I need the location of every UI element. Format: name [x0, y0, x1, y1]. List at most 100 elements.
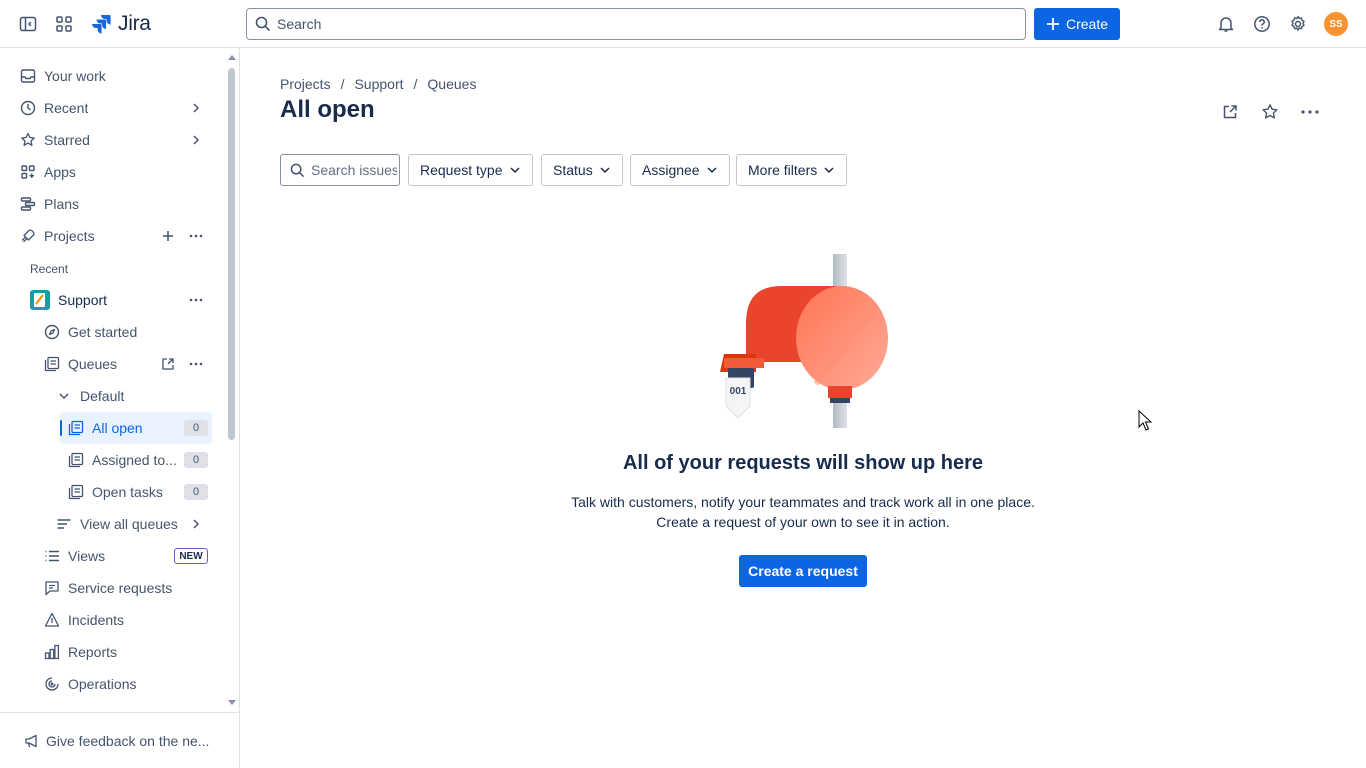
- bullet-list-icon: [44, 548, 60, 564]
- sidebar-item-recent[interactable]: Recent: [20, 92, 210, 124]
- queue-item-all-open[interactable]: All open: [68, 412, 178, 444]
- sidebar-scroll-thumb[interactable]: [228, 68, 235, 440]
- sidebar-item-service-requests[interactable]: Service requests: [44, 572, 214, 604]
- app-switcher-icon[interactable]: [52, 12, 76, 36]
- queue-item-assigned-to-me[interactable]: Assigned to...: [68, 444, 180, 476]
- chat-icon: [44, 580, 60, 596]
- chevron-right-icon[interactable]: [188, 516, 204, 532]
- sidebar-item-apps[interactable]: Apps: [20, 156, 210, 188]
- queue-icon: [44, 356, 60, 372]
- issue-search-input[interactable]: [311, 162, 397, 178]
- scroll-up-arrow-icon[interactable]: [226, 52, 238, 62]
- plus-icon: [1046, 18, 1059, 30]
- operations-icon: [44, 676, 60, 692]
- search-input[interactable]: [277, 16, 977, 32]
- queue-item-label: Open tasks: [92, 484, 163, 500]
- help-icon[interactable]: [1250, 12, 1274, 36]
- open-external-icon[interactable]: [1218, 100, 1242, 124]
- queue-item-open-tasks[interactable]: Open tasks: [68, 476, 180, 508]
- queue-item-label: Assigned to...: [92, 452, 177, 468]
- page-title: All open: [280, 96, 375, 123]
- queue-count-badge: 0: [184, 420, 208, 436]
- sidebar-item-reports[interactable]: Reports: [44, 636, 214, 668]
- queue-group-default[interactable]: Default: [56, 380, 196, 412]
- queue-item-label: All open: [92, 420, 143, 436]
- mouse-cursor-icon: [1138, 410, 1152, 431]
- star-icon[interactable]: [1258, 100, 1282, 124]
- sidebar-item-label: Operations: [68, 676, 137, 692]
- create-button[interactable]: Create: [1034, 8, 1120, 40]
- give-feedback-button[interactable]: Give feedback on the ne...: [0, 712, 239, 768]
- sidebar-item-operations[interactable]: Operations: [44, 668, 214, 700]
- create-request-button[interactable]: Create a request: [739, 555, 867, 587]
- chevron-right-icon[interactable]: [188, 132, 204, 148]
- breadcrumb-queues[interactable]: Queues: [427, 76, 476, 92]
- apps-icon: [20, 164, 36, 180]
- sidebar-item-starred[interactable]: Starred: [20, 124, 210, 156]
- sidebar-item-your-work[interactable]: Your work: [20, 60, 210, 92]
- chevron-down-icon: [600, 167, 610, 174]
- status-filter[interactable]: Status: [541, 154, 623, 186]
- inbox-icon: [20, 68, 36, 84]
- plus-icon[interactable]: [160, 228, 176, 244]
- star-icon: [20, 132, 36, 148]
- sidebar-toggle-icon[interactable]: [16, 12, 40, 36]
- sidebar-item-view-all-queues[interactable]: View all queues: [56, 508, 186, 540]
- more-filters-button[interactable]: More filters: [736, 154, 848, 186]
- sidebar-item-get-started[interactable]: Get started: [44, 316, 204, 348]
- breadcrumb: Projects / Support / Queues: [280, 76, 476, 92]
- request-type-filter[interactable]: Request type: [408, 154, 533, 186]
- open-external-icon[interactable]: [160, 356, 176, 372]
- scroll-down-arrow-icon[interactable]: [226, 698, 238, 708]
- sidebar-item-queues[interactable]: Queues: [44, 348, 154, 380]
- user-avatar[interactable]: SS: [1324, 12, 1348, 36]
- chevron-right-icon[interactable]: [188, 100, 204, 116]
- sidebar-item-label: Get started: [68, 324, 138, 340]
- sidebar-item-label: Reports: [68, 644, 118, 660]
- ticket-number: 001: [730, 386, 747, 397]
- sidebar-item-label: Recent: [44, 100, 89, 116]
- rocket-icon: [20, 228, 36, 244]
- empty-state-description: Talk with customers, notify your teammat…: [540, 492, 1066, 532]
- jira-logo[interactable]: Jira: [90, 12, 151, 36]
- breadcrumb-separator: /: [340, 76, 345, 92]
- sidebar-item-label: View all queues: [80, 516, 178, 532]
- sidebar-item-label: Service requests: [68, 580, 173, 596]
- global-search[interactable]: [246, 8, 1026, 40]
- breadcrumb-support[interactable]: Support: [354, 76, 403, 92]
- more-options-icon[interactable]: [188, 356, 204, 372]
- more-actions-icon[interactable]: [1298, 100, 1322, 124]
- sidebar-item-projects[interactable]: Projects: [20, 220, 160, 252]
- sidebar-item-views[interactable]: Views: [44, 540, 164, 572]
- empty-state-line-1: Talk with customers, notify your teammat…: [571, 494, 1035, 510]
- feedback-label: Give feedback on the ne...: [46, 732, 210, 749]
- sidebar-item-plans[interactable]: Plans: [20, 188, 210, 220]
- notifications-bell-icon[interactable]: [1214, 12, 1238, 36]
- empty-state-title: All of your requests will show up here: [622, 452, 984, 474]
- sidebar-item-label: Projects: [44, 228, 95, 244]
- warning-icon: [44, 612, 60, 628]
- megaphone-icon: [25, 734, 37, 747]
- filter-label: Status: [553, 162, 593, 178]
- search-icon: [290, 163, 305, 177]
- filter-label: Assignee: [642, 162, 700, 178]
- sidebar-item-incidents[interactable]: Incidents: [44, 604, 214, 636]
- more-options-icon[interactable]: [188, 228, 204, 244]
- bar-chart-icon: [44, 644, 60, 660]
- settings-gear-icon[interactable]: [1286, 12, 1310, 36]
- mailbox-illustration: 001: [720, 254, 888, 428]
- create-button-label: Create: [1065, 16, 1109, 32]
- compass-icon: [44, 324, 60, 340]
- queue-icon: [68, 452, 84, 468]
- breadcrumb-projects[interactable]: Projects: [280, 76, 331, 92]
- more-options-icon[interactable]: [188, 292, 204, 308]
- app-name: Jira: [118, 12, 151, 35]
- queue-count-badge: 0: [184, 484, 208, 500]
- queue-count-badge: 0: [184, 452, 208, 468]
- project-avatar-icon: [30, 290, 50, 310]
- project-support[interactable]: Support: [30, 284, 180, 316]
- jira-logo-icon: [92, 15, 111, 34]
- issue-search-field[interactable]: [280, 154, 400, 186]
- sidebar: Your work Recent Starred Apps Plans Proj…: [0, 48, 240, 768]
- assignee-filter[interactable]: Assignee: [630, 154, 730, 186]
